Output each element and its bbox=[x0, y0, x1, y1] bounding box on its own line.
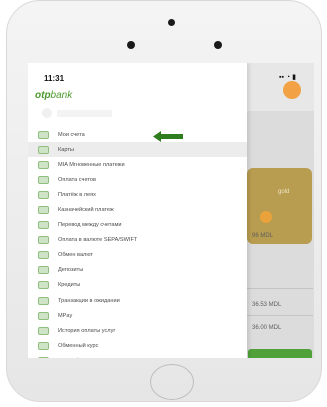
divider bbox=[247, 315, 313, 316]
deposits-icon bbox=[38, 266, 49, 275]
menu-item[interactable]: Оплата в валюте SEPA/SWIFT bbox=[28, 233, 247, 248]
menu-item[interactable]: MPay bbox=[28, 308, 247, 323]
drawer-menu: Мои счета Карты MIA Мгновенные платежи Опла… bbox=[28, 127, 247, 358]
balance-1: 96 MDL bbox=[252, 233, 274, 239]
logo-light: bank bbox=[50, 90, 73, 101]
status-time: 11:31 bbox=[44, 74, 65, 83]
home-button[interactable] bbox=[150, 364, 194, 400]
phone-screen: gold 96 MDL 36.53 MDL 36.00 MDL ▪▪ ◔ ▮ 1… bbox=[28, 63, 314, 358]
card-label: gold bbox=[278, 189, 290, 195]
menu-item-label: Обменный курс bbox=[58, 342, 99, 349]
accounts-icon bbox=[38, 130, 49, 139]
menu-item-label: Платёж в леях bbox=[58, 191, 96, 198]
user-name bbox=[57, 110, 112, 117]
menu-item[interactable]: Обменный курс bbox=[28, 338, 247, 353]
sensor-right bbox=[214, 41, 222, 49]
menu-item[interactable]: Перевод между счетами bbox=[28, 218, 247, 233]
exchange-rate-icon bbox=[38, 341, 49, 350]
card-chip-icon bbox=[260, 211, 272, 223]
menu-item-label: Оплата счетов bbox=[58, 176, 96, 183]
phone-frame: gold 96 MDL 36.53 MDL 36.00 MDL ▪▪ ◔ ▮ 1… bbox=[6, 0, 322, 402]
atm-locator-icon bbox=[38, 356, 49, 358]
lei-payment-icon bbox=[38, 190, 49, 199]
menu-item-label: Депозиты bbox=[58, 267, 84, 274]
menu-item[interactable]: Оплата счетов bbox=[28, 172, 247, 187]
menu-item[interactable]: История оплаты услуг bbox=[28, 323, 247, 338]
menu-item-label: Обмен валют bbox=[58, 252, 93, 259]
menu-item-label: Карты bbox=[58, 146, 74, 153]
menu-item-label: Оплата в валюте SEPA/SWIFT bbox=[58, 237, 138, 244]
treasury-payment-icon bbox=[38, 206, 49, 215]
cards-icon bbox=[38, 145, 49, 154]
menu-item-label: MPay bbox=[58, 312, 73, 319]
menu-item[interactable]: Депозиты bbox=[28, 263, 247, 278]
otpbank-logo: otpbank bbox=[35, 90, 72, 101]
foreign-payment-icon bbox=[38, 236, 49, 245]
menu-item[interactable]: Мои счета bbox=[28, 127, 247, 142]
menu-item-label: Казначейский платеж bbox=[58, 207, 114, 214]
profile-avatar[interactable] bbox=[283, 81, 301, 99]
camera-dot bbox=[168, 19, 175, 26]
logo-bold: otp bbox=[35, 90, 51, 101]
pending-transactions-icon bbox=[38, 296, 49, 305]
status-icons: ▪▪ ◔ ▮ bbox=[279, 74, 296, 81]
menu-item[interactable]: Платёж в леях bbox=[28, 187, 247, 202]
menu-item[interactable]: Карты bbox=[28, 142, 247, 158]
menu-item[interactable]: Транзакции в ожидании bbox=[28, 293, 247, 308]
exchange-icon bbox=[38, 251, 49, 260]
user-avatar[interactable] bbox=[42, 108, 52, 118]
menu-item-label: Перевод между счетами bbox=[58, 222, 122, 229]
menu-item[interactable]: Найти банкомат bbox=[28, 353, 247, 358]
menu-item[interactable]: Казначейский платеж bbox=[28, 202, 247, 217]
credits-icon bbox=[38, 281, 49, 290]
divider bbox=[247, 288, 313, 289]
navigation-drawer: 11:31 otpbank Мои счета Карты MIA Мгновенн… bbox=[28, 63, 247, 358]
pointer-arrow-icon bbox=[153, 131, 183, 142]
menu-item-label: Транзакции в ожидании bbox=[58, 297, 120, 304]
balance-2: 36.53 MDL bbox=[252, 302, 282, 308]
menu-item-label: MIA Мгновенные платежи bbox=[58, 161, 125, 168]
payment-history-icon bbox=[38, 326, 49, 335]
menu-item-label: История оплаты услуг bbox=[58, 327, 116, 334]
instant-payments-icon bbox=[38, 160, 49, 169]
menu-item[interactable]: MIA Мгновенные платежи bbox=[28, 157, 247, 172]
menu-item[interactable]: Обмен валют bbox=[28, 248, 247, 263]
menu-item-label: Кредиты bbox=[58, 282, 81, 289]
action-bar[interactable] bbox=[248, 349, 312, 358]
mpay-icon bbox=[38, 311, 49, 320]
menu-item[interactable]: Кредиты bbox=[28, 278, 247, 293]
sensor-left bbox=[127, 41, 135, 49]
transfer-icon bbox=[38, 221, 49, 230]
balance-3: 36.00 MDL bbox=[252, 325, 282, 331]
menu-item-label: Мои счета bbox=[58, 131, 85, 138]
bill-payments-icon bbox=[38, 175, 49, 184]
